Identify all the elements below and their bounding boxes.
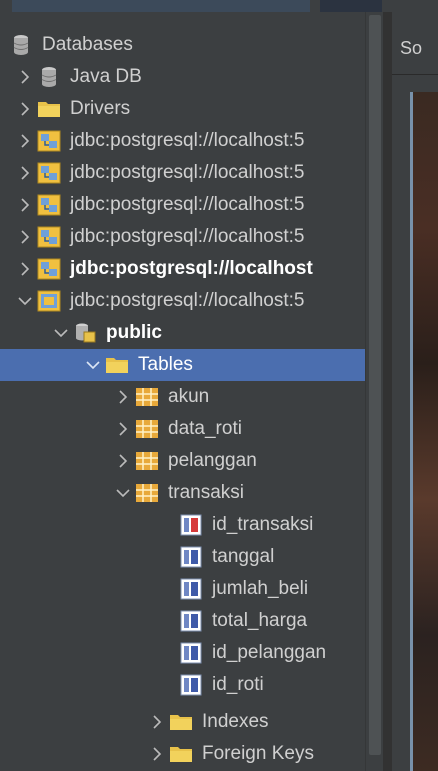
column-icon <box>178 674 204 696</box>
chevron-right-icon[interactable] <box>146 715 168 729</box>
tree-node-table[interactable]: transaksi <box>0 477 365 509</box>
database-icon <box>8 34 34 56</box>
tree-node-label: jdbc:postgresql://localhost:5 <box>70 194 305 215</box>
tree-node-table[interactable]: akun <box>0 381 365 413</box>
chevron-right-icon[interactable] <box>14 230 36 244</box>
chevron-right-icon[interactable] <box>14 166 36 180</box>
panel-splitter[interactable] <box>383 12 392 771</box>
folder-icon <box>36 98 62 120</box>
connection-connected-icon <box>36 290 62 312</box>
tree-node-label: akun <box>168 386 210 407</box>
folder-icon <box>168 711 194 733</box>
tree-node-table[interactable]: data_roti <box>0 413 365 445</box>
tree-node-drivers[interactable]: Drivers <box>0 93 365 125</box>
editor-tab-partial-2[interactable] <box>320 0 382 12</box>
tree-node-label: public <box>106 322 162 343</box>
chevron-right-icon[interactable] <box>112 422 134 436</box>
tree-node-column[interactable]: jumlah_beli <box>0 573 365 605</box>
tree-node-label: tanggal <box>212 546 275 567</box>
table-icon <box>134 482 160 504</box>
column-icon <box>178 578 204 600</box>
tree-node-label: Indexes <box>202 711 269 732</box>
column-icon <box>178 642 204 664</box>
folder-icon <box>104 354 130 376</box>
tree-node-table[interactable]: pelanggan <box>0 445 365 477</box>
editor-panel: So <box>392 12 438 771</box>
tree-node-label: Databases <box>42 34 133 55</box>
chevron-right-icon[interactable] <box>14 134 36 148</box>
services-tree-panel: Databases Java DB Drivers jdbc:postgresq… <box>0 12 383 771</box>
divider <box>392 74 438 75</box>
tree-node-connection[interactable]: jdbc:postgresql://localhost:5 <box>0 125 365 157</box>
chevron-down-icon[interactable] <box>50 328 72 338</box>
chevron-down-icon[interactable] <box>82 360 104 370</box>
tree-node-label: pelanggan <box>168 450 257 471</box>
tree-scrollbar[interactable] <box>365 12 384 771</box>
database-icon <box>36 66 62 88</box>
tree-node-indexes[interactable]: Indexes <box>0 706 365 738</box>
tree-node-schema-public[interactable]: public <box>0 317 365 349</box>
table-icon <box>134 450 160 472</box>
tree-node-column[interactable]: tanggal <box>0 541 365 573</box>
tree-node-label: total_harga <box>212 610 308 631</box>
editor-tab-partial[interactable] <box>12 0 310 12</box>
tree-node-label: id_roti <box>212 674 264 695</box>
tree-node-column-primary-key[interactable]: id_transaksi <box>0 509 365 541</box>
column-icon <box>178 546 204 568</box>
tree-node-label: Drivers <box>70 98 131 119</box>
tree-node-label: jdbc:postgresql://localhost:5 <box>70 162 305 183</box>
chevron-right-icon[interactable] <box>14 70 36 84</box>
folder-icon <box>168 743 194 765</box>
tree-node-label: id_transaksi <box>212 514 314 535</box>
tree-node-label: id_pelanggan <box>212 642 327 663</box>
tree-node-connection-connected[interactable]: jdbc:postgresql://localhost:5 <box>0 285 365 317</box>
primary-key-column-icon <box>178 514 204 536</box>
tree-node-label: jdbc:postgresql://localhost:5 <box>70 226 305 247</box>
tree-node-connection-default[interactable]: jdbc:postgresql://localhost <box>0 253 365 285</box>
image-preview <box>410 92 438 771</box>
chevron-down-icon[interactable] <box>112 488 134 498</box>
tree-node-column[interactable]: total_harga <box>0 605 365 637</box>
editor-tab-label[interactable]: So <box>400 38 422 59</box>
tree-node-column[interactable]: id_pelanggan <box>0 637 365 669</box>
connection-icon <box>36 130 62 152</box>
tree-node-label: jdbc:postgresql://localhost <box>70 258 313 279</box>
tree-node-connection[interactable]: jdbc:postgresql://localhost:5 <box>0 189 365 221</box>
chevron-right-icon[interactable] <box>112 390 134 404</box>
connection-icon <box>36 162 62 184</box>
connection-icon <box>36 258 62 280</box>
top-tab-strip <box>0 0 438 12</box>
chevron-right-icon[interactable] <box>14 102 36 116</box>
tree-node-tables[interactable]: Tables <box>0 349 365 381</box>
column-icon <box>178 610 204 632</box>
tree-node-label: jdbc:postgresql://localhost:5 <box>70 130 305 151</box>
schema-icon <box>72 322 98 344</box>
table-icon <box>134 418 160 440</box>
tree-node-label: Foreign Keys <box>202 743 314 764</box>
chevron-right-icon[interactable] <box>112 454 134 468</box>
tree-node-label: Tables <box>138 354 193 375</box>
chevron-down-icon[interactable] <box>14 296 36 306</box>
chevron-right-icon[interactable] <box>14 262 36 276</box>
tree-node-connection[interactable]: jdbc:postgresql://localhost:5 <box>0 157 365 189</box>
tree-node-label: jumlah_beli <box>212 578 309 599</box>
tree-node-databases[interactable]: Databases <box>0 29 365 61</box>
tree-node-label: jdbc:postgresql://localhost:5 <box>70 290 305 311</box>
tree-node-label: data_roti <box>168 418 242 439</box>
tree-node-column[interactable]: id_roti <box>0 669 365 701</box>
tree-node-label: Java DB <box>70 66 142 87</box>
scrollbar-thumb[interactable] <box>369 15 381 755</box>
chevron-right-icon[interactable] <box>14 198 36 212</box>
tree-node-connection[interactable]: jdbc:postgresql://localhost:5 <box>0 221 365 253</box>
table-icon <box>134 386 160 408</box>
tree-node-foreign-keys[interactable]: Foreign Keys <box>0 738 365 770</box>
connection-icon <box>36 226 62 248</box>
tree-node-java-db[interactable]: Java DB <box>0 61 365 93</box>
tree-node-label: transaksi <box>168 482 245 503</box>
connection-icon <box>36 194 62 216</box>
chevron-right-icon[interactable] <box>146 747 168 761</box>
